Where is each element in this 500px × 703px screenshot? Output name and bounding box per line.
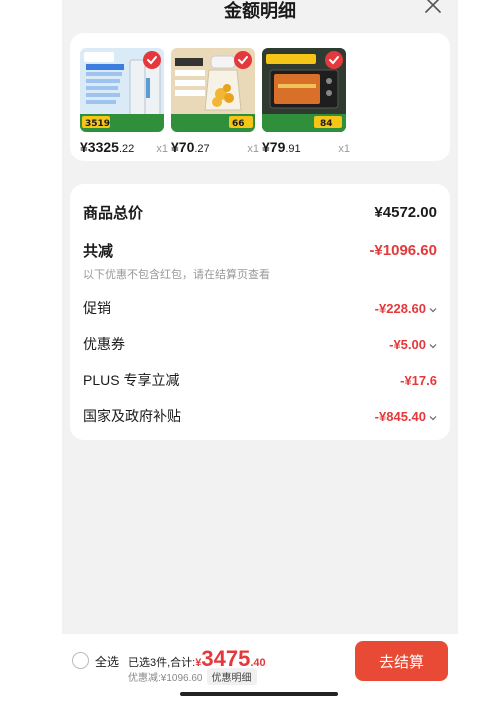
plus-discount-label: PLUS 专享立减 <box>83 372 180 388</box>
product-thumbnail: 3519 <box>80 48 164 132</box>
total-price-label: 商品总价 <box>83 205 144 222</box>
discount-text: 优惠减:¥1096.60 <box>128 673 203 684</box>
promo-label: 促销 <box>83 300 111 316</box>
total-reduce-label: 共减 <box>83 243 114 260</box>
checkout-bar: 全选 已选3件,合计:¥3475.40 优惠减:¥1096.60 优惠明细 去结… <box>62 634 458 703</box>
product-price: ¥3325.22 <box>80 139 135 155</box>
subsidy-row[interactable]: 国家及政府补贴 -¥845.40 <box>83 406 437 426</box>
coupon-value: -¥5.00 <box>389 337 437 352</box>
select-all-radio[interactable] <box>72 652 89 669</box>
chevron-down-icon <box>429 301 437 316</box>
amount-detail-sheet: 金额明细 3519 ¥3325.22 x1 66 ¥70.27 x1 84 ¥7… <box>62 0 458 703</box>
background-right <box>458 0 500 703</box>
checked-icon <box>325 51 343 69</box>
product-thumbnail: 66 <box>171 48 255 132</box>
checkout-button[interactable]: 去结算 <box>355 641 448 681</box>
background-left <box>0 0 62 703</box>
promo-value: -¥228.60 <box>375 301 437 316</box>
discount-detail-button[interactable]: 优惠明细 <box>206 668 257 685</box>
product-badge-text: 84 <box>320 119 333 129</box>
product-item[interactable]: 66 ¥70.27 x1 <box>171 48 259 155</box>
total-reduce-row: 共减 -¥1096.60 <box>83 240 437 261</box>
checked-icon <box>234 51 252 69</box>
promo-row[interactable]: 促销 -¥228.60 <box>83 298 437 318</box>
total-price-value: ¥4572.00 <box>374 204 437 221</box>
plus-discount-row: PLUS 专享立减 -¥17.6 <box>83 370 437 390</box>
product-quantity: x1 <box>338 143 350 155</box>
product-quantity: x1 <box>247 143 259 155</box>
product-badge-text: 66 <box>232 119 245 129</box>
product-price: ¥79.91 <box>262 139 301 155</box>
select-all-label[interactable]: 全选 <box>95 653 119 670</box>
coupon-row[interactable]: 优惠券 -¥5.00 <box>83 334 437 354</box>
sheet-header: 金额明细 <box>62 0 458 24</box>
home-indicator <box>180 692 338 696</box>
checked-icon <box>143 51 161 69</box>
sheet-title: 金额明细 <box>224 1 296 21</box>
close-icon[interactable] <box>422 0 444 16</box>
subsidy-value: -¥845.40 <box>375 409 437 424</box>
total-reduce-value: -¥1096.60 <box>369 242 437 259</box>
chevron-down-icon <box>429 409 437 424</box>
product-item[interactable]: 3519 ¥3325.22 x1 <box>80 48 168 155</box>
reduce-note: 以下优惠不包含红包，请在结算页查看 <box>83 269 270 281</box>
total-price-row: 商品总价 ¥4572.00 <box>83 202 437 223</box>
coupon-label: 优惠券 <box>83 336 125 352</box>
subsidy-label: 国家及政府补贴 <box>83 408 181 424</box>
product-item[interactable]: 84 ¥79.91 x1 <box>262 48 350 155</box>
product-thumbnail: 84 <box>262 48 346 132</box>
products-card: 3519 ¥3325.22 x1 66 ¥70.27 x1 84 ¥79.91 … <box>70 33 450 161</box>
discount-summary: 优惠减:¥1096.60 优惠明细 <box>128 668 257 685</box>
price-detail-card: 商品总价 ¥4572.00 共减 -¥1096.60 以下优惠不包含红包，请在结… <box>70 184 450 440</box>
product-badge-text: 3519 <box>85 119 110 129</box>
plus-discount-value: -¥17.6 <box>400 372 437 388</box>
product-price: ¥70.27 <box>171 139 210 155</box>
chevron-down-icon <box>429 337 437 352</box>
product-quantity: x1 <box>156 143 168 155</box>
